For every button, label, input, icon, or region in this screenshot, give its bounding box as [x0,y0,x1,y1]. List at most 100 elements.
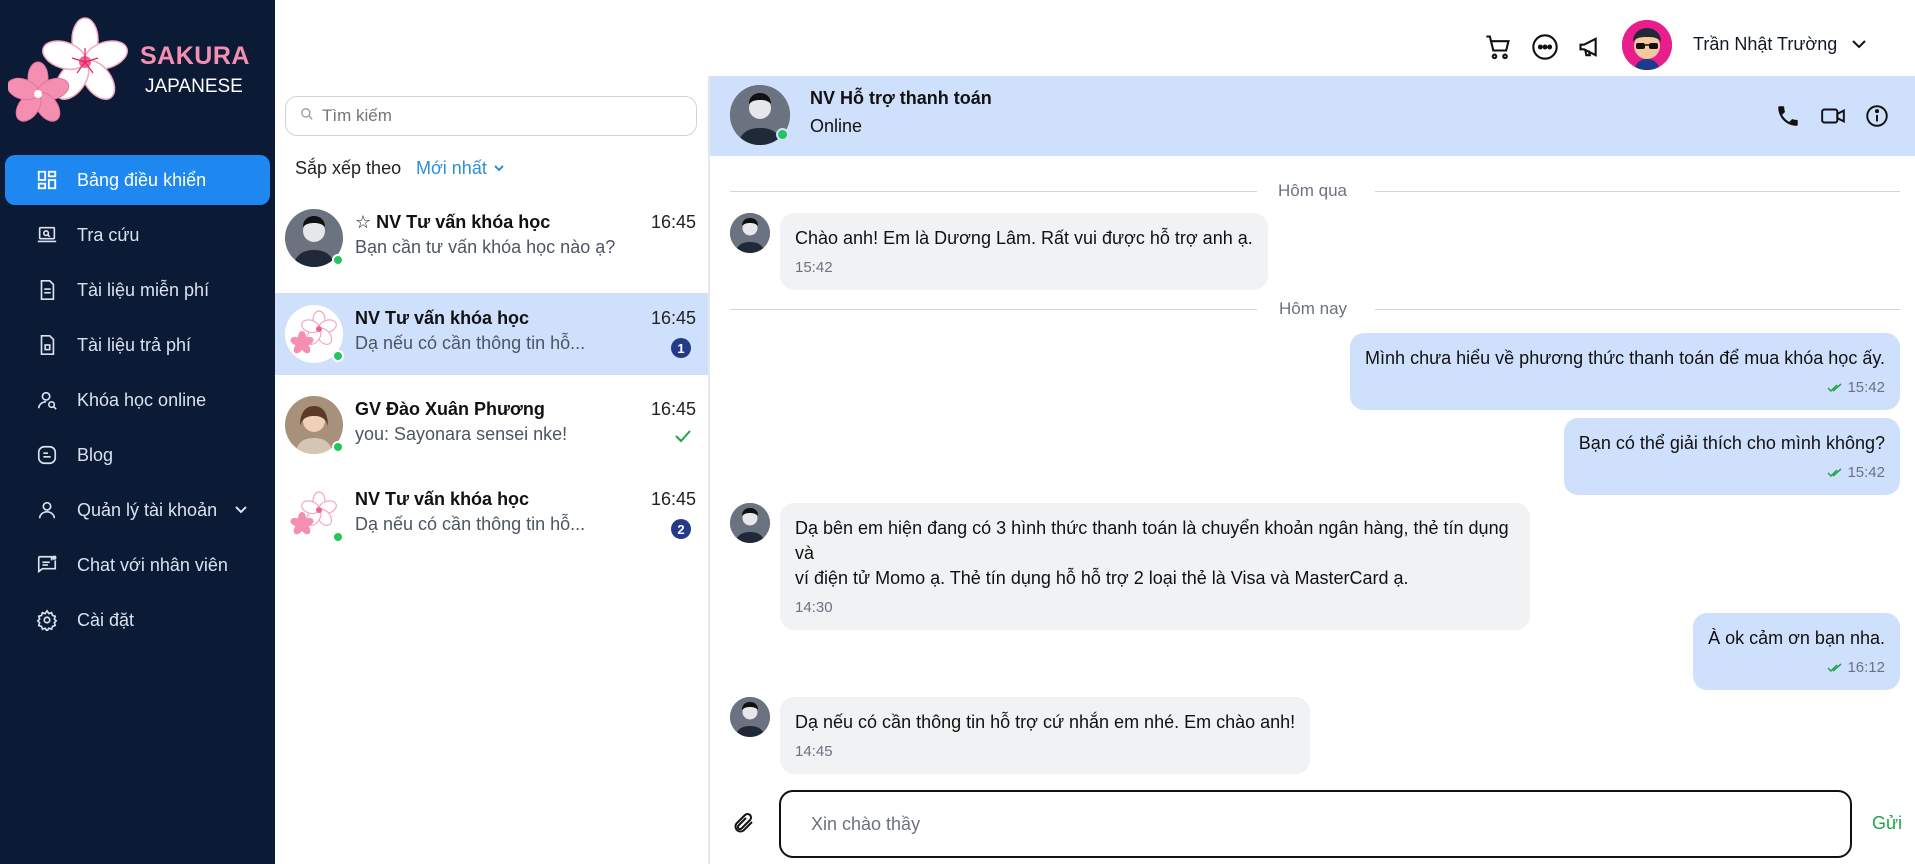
avatar [730,697,770,737]
message-time: 15:42 [1365,375,1885,400]
sidebar-item-label: Khóa học online [77,389,207,410]
sidebar-item-account[interactable]: Quản lý tài khoản [5,485,270,535]
sort-value: Mới nhất [416,158,487,178]
sort-label: Sắp xếp theo [295,158,402,178]
message-bubble-incoming: Chào anh! Em là Dương Lâm. Rất vui được … [780,213,1268,290]
conversation-item[interactable]: ☆ NV Tư vấn khóa học Bạn cần tư vấn khóa… [275,197,708,279]
message-text: Mình chưa hiểu về phương thức thanh toán… [1365,348,1885,368]
message-bubble-incoming: Dạ bên em hiện đang có 3 hình thức thanh… [780,503,1530,630]
message-time: 14:30 [795,599,833,616]
sidebar-item-online-course[interactable]: Khóa học online [5,375,270,425]
online-indicator [332,350,344,362]
paperclip-icon[interactable] [728,808,758,838]
conversation-item[interactable]: NV Tư vấn khóa học Dạ nếu có cần thông t… [275,293,708,375]
sidebar-item-label: Tài liệu trả phí [77,334,192,355]
chevron-down-icon[interactable] [1850,35,1868,58]
video-icon[interactable] [1818,101,1848,131]
message-composer[interactable] [779,790,1852,858]
paid-document-icon [35,333,59,357]
conversation-item[interactable]: GV Đào Xuân Phương you: Sayonara sensei … [275,384,708,466]
message-time: 14:45 [795,743,833,760]
sidebar-item-label: Tra cứu [77,224,140,245]
search-input[interactable] [322,106,682,126]
message-input[interactable] [811,813,1811,835]
sakura-logo[interactable]: SAKURA JAPANESE [6,12,268,130]
sidebar-item-free-docs[interactable]: Tài liệu miễn phí [5,265,270,315]
contact-status: Online [810,116,863,136]
online-indicator [776,128,789,141]
send-button[interactable]: Gửi [1872,813,1902,834]
message-text-line: Dạ bên em hiện đang có 3 hình thức thanh… [795,518,1509,563]
megaphone-icon[interactable] [1575,31,1607,63]
avatar[interactable] [1622,20,1672,70]
user-icon [35,498,59,522]
conversation-time: 16:45 [650,212,696,232]
message-bubble-outgoing: Mình chưa hiểu về phương thức thanh toán… [1350,333,1900,410]
message-bubble-outgoing: Bạn có thể giải thích cho mình không? 15… [1563,418,1900,495]
sidebar-item-lookup[interactable]: Tra cứu [5,210,270,260]
day-label: Hôm nay [1279,299,1348,318]
message-icon[interactable] [1529,31,1561,63]
conversation-name: ☆ NV Tư vấn khóa học [355,212,551,232]
search-icon [300,107,314,126]
sidebar-item-blog[interactable]: Blog [5,430,270,480]
conversation-item[interactable]: NV Tư vấn khóa học Dạ nếu có cần thông t… [275,474,708,556]
sidebar-item-paid-docs[interactable]: Tài liệu trả phí [5,320,270,370]
sidebar-item-settings[interactable]: Cài đặt [5,595,270,645]
pane-divider [708,76,710,864]
online-indicator [332,254,344,266]
message-time: 15:42 [1579,460,1885,485]
dashboard-icon [35,168,59,192]
message-text: À ok cảm ơn bạn nha. [1708,628,1885,648]
user-course-icon [35,388,59,412]
gear-icon [35,608,59,632]
message-text: Bạn có thể giải thích cho mình không? [1578,433,1885,453]
message-time: 15:42 [795,259,833,276]
sidebar-item-label: Quản lý tài khoản [77,499,218,520]
avatar [730,503,770,543]
cart-icon[interactable] [1482,31,1514,63]
sidebar-item-chat[interactable]: Chat với nhân viên [5,540,270,590]
double-check-icon [1827,383,1842,393]
sidebar-item-label: Cài đặt [77,609,135,630]
conversation-preview: Bạn cần tư vấn khóa học nào ạ? [355,237,616,257]
document-icon [35,278,59,302]
sort-dropdown[interactable]: Mới nhất [416,158,505,179]
pin-icon: ☆ [355,212,372,232]
conversation-name: NV Tư vấn khóa học [355,489,530,509]
day-separator: Hôm nay [730,299,1900,319]
sidebar-item-dashboard[interactable]: Bảng điều khiển [5,155,270,205]
chat-icon [35,553,59,577]
sidebar: SAKURA JAPANESE Bảng điều khiển Tra cứu … [0,0,275,864]
brand-subtitle: JAPANESE [145,76,243,97]
unread-badge: 1 [671,338,691,358]
sidebar-item-label: Bảng điều khiển [77,169,207,190]
conversation-name: NV Tư vấn khóa học [355,308,530,328]
sidebar-item-label: Tài liệu miễn phí [77,279,210,300]
online-indicator [332,531,344,543]
user-avatar-illustration [1622,20,1672,70]
sidebar-nav: Bảng điều khiển Tra cứu Tài liệu miễn ph… [5,155,270,650]
day-label: Hôm qua [1278,181,1347,200]
chevron-down-icon[interactable] [234,501,248,522]
read-check-icon [674,428,692,449]
blog-icon [35,443,59,467]
search-box[interactable] [285,96,697,136]
conversation-time: 16:45 [650,399,696,419]
conversation-name: GV Đào Xuân Phương [355,399,545,419]
conversation-time: 16:45 [650,489,696,509]
sidebar-item-label: Chat với nhân viên [77,554,228,575]
conversation-preview: Dạ nếu có cần thông tin hỗ... [355,333,586,353]
chevron-down-icon [493,158,505,179]
message-time: 16:12 [1708,655,1885,680]
unread-badge: 2 [671,519,691,539]
laptop-search-icon [35,223,59,247]
user-name[interactable]: Trần Nhật Trường [1693,34,1837,55]
info-icon[interactable] [1862,101,1892,131]
chat-header: NV Hỗ trợ thanh toán Online [710,76,1915,156]
contact-name: NV Hỗ trợ thanh toán [810,88,992,108]
online-indicator [332,441,344,453]
phone-icon[interactable] [1773,101,1803,131]
conversation-time: 16:45 [650,308,696,328]
message-text: Dạ nếu có cần thông tin hỗ trợ cứ nhắn e… [795,712,1296,732]
